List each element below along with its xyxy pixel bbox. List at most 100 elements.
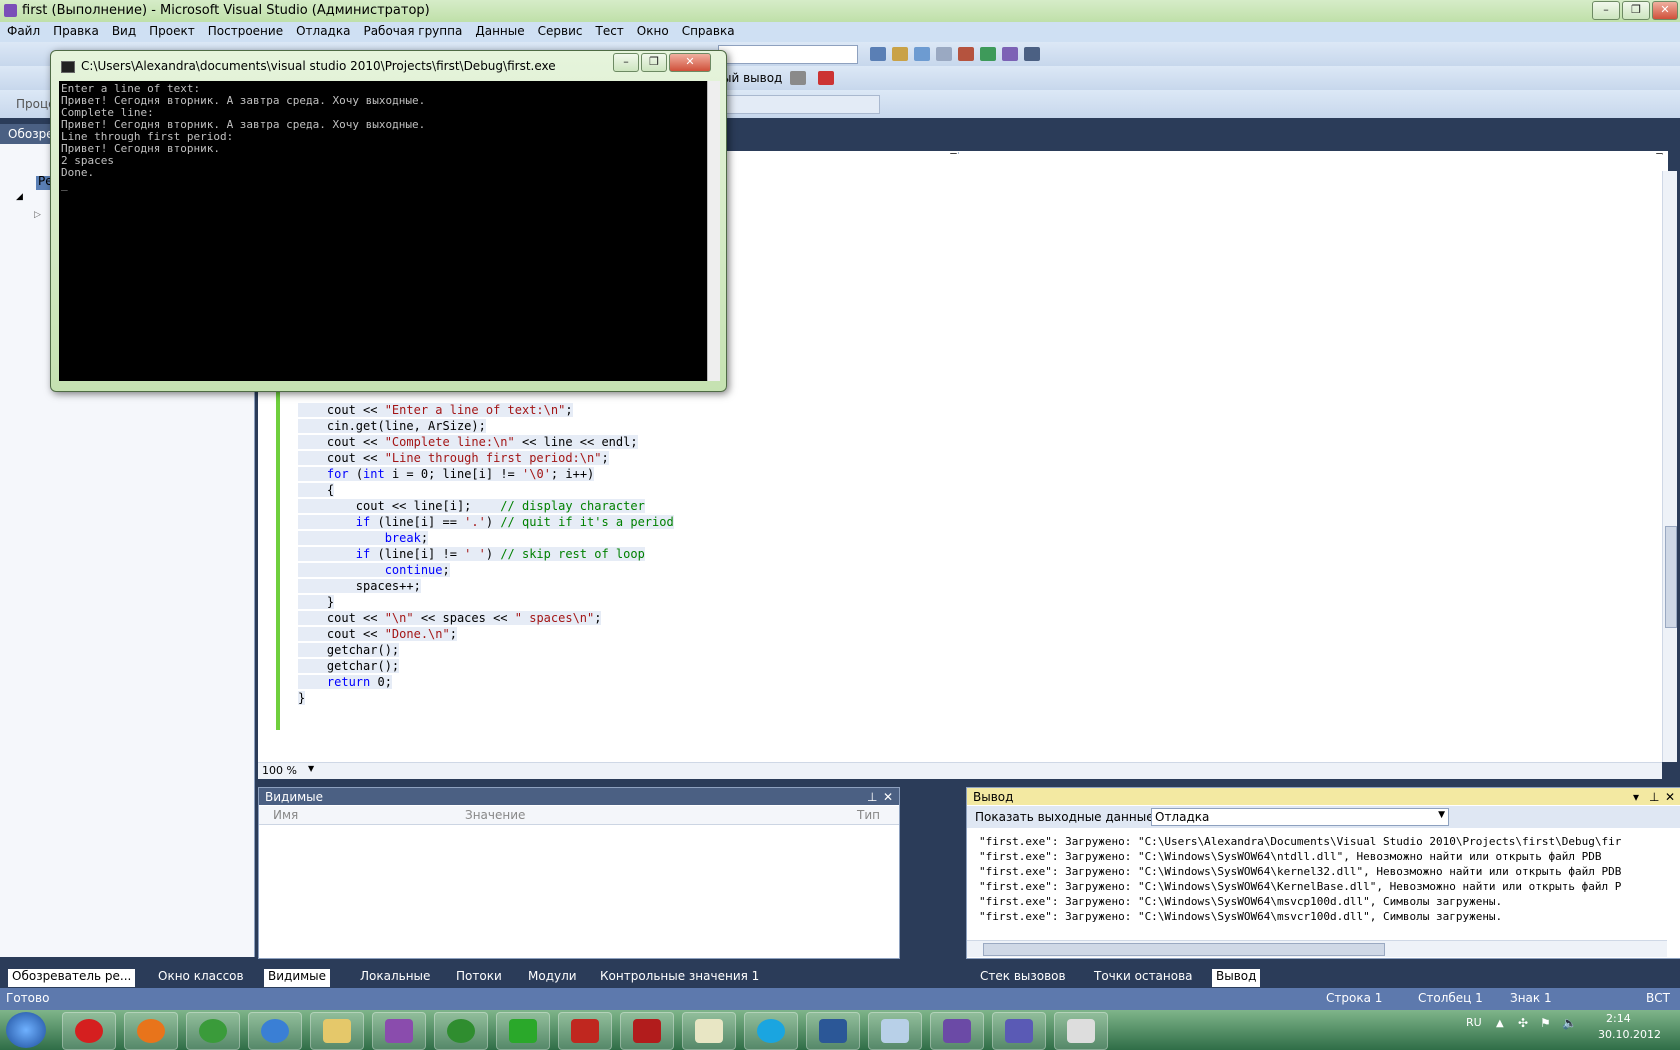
change-tracking-bar xyxy=(276,370,280,730)
chrome-taskbar-button[interactable] xyxy=(186,1012,240,1050)
skype-taskbar-button[interactable] xyxy=(744,1012,798,1050)
maximize-button[interactable]: ❐ xyxy=(1622,1,1650,20)
status-ready: Готово xyxy=(6,991,50,1005)
tab-modules[interactable]: Модули xyxy=(528,969,577,987)
console-close-button[interactable]: ✕ xyxy=(669,53,711,72)
language-indicator[interactable]: RU xyxy=(1466,1016,1482,1029)
editor-vertical-scrollbar[interactable] xyxy=(1662,171,1677,762)
col-type[interactable]: Тип xyxy=(857,808,880,822)
clock-date[interactable]: 30.10.2012 xyxy=(1598,1028,1661,1041)
breakpoint-tool-icon[interactable] xyxy=(790,71,806,85)
menu-edit[interactable]: Правка xyxy=(46,22,105,38)
start-page-icon[interactable] xyxy=(980,47,996,61)
tab-call-stack[interactable]: Стек вызовов xyxy=(980,969,1066,987)
object-browser-icon[interactable] xyxy=(914,47,930,61)
tab-output[interactable]: Вывод xyxy=(1212,969,1261,987)
tab-locals[interactable]: Локальные xyxy=(360,969,430,987)
zoom-level[interactable]: 100 % xyxy=(262,764,297,777)
tab-autos[interactable]: Видимые xyxy=(264,969,331,987)
close-button[interactable]: ✕ xyxy=(1652,1,1678,20)
menu-team[interactable]: Рабочая группа xyxy=(356,22,468,38)
console-taskbar-button[interactable] xyxy=(1054,1012,1108,1050)
scroll-thumb[interactable] xyxy=(1665,526,1677,628)
tab-watch-1[interactable]: Контрольные значения 1 xyxy=(600,969,759,987)
console-scrollbar[interactable] xyxy=(707,81,720,381)
left-tab-row: Обозреватель ре... Окно классов xyxy=(0,967,254,987)
hamachi-taskbar-button[interactable] xyxy=(496,1012,550,1050)
output-source-dropdown[interactable]: Отладка ▼ xyxy=(1151,808,1449,826)
tree-collapse-icon[interactable]: ▷ xyxy=(34,210,41,220)
code-line: cout << "Enter a line of text:\n"; xyxy=(298,403,573,417)
tree-expand-icon[interactable]: ◢ xyxy=(16,192,23,202)
menu-help[interactable]: Справка xyxy=(675,22,741,38)
menu-project[interactable]: Проект xyxy=(142,22,201,38)
filezilla-taskbar-button[interactable] xyxy=(558,1012,612,1050)
menu-tools[interactable]: Сервис xyxy=(531,22,589,38)
utorrent-taskbar-button[interactable] xyxy=(434,1012,488,1050)
find-icon[interactable] xyxy=(870,47,886,61)
console-output: Enter a line of text: Привет! Сегодня вт… xyxy=(59,81,707,381)
vs-taskbar-button[interactable] xyxy=(930,1012,984,1050)
zoom-dropdown-icon[interactable]: ▼ xyxy=(308,764,314,773)
start-button[interactable] xyxy=(6,1012,46,1048)
menu-build[interactable]: Построение xyxy=(201,22,289,38)
clock-time[interactable]: 2:14 xyxy=(1606,1012,1631,1025)
ie-taskbar-button[interactable] xyxy=(248,1012,302,1050)
col-value[interactable]: Значение xyxy=(465,808,525,822)
notes-taskbar-button[interactable] xyxy=(868,1012,922,1050)
windows-taskbar: RU ▲ ✣ ⚑ 🔈 2:14 30.10.2012 xyxy=(0,1010,1680,1050)
col-name[interactable]: Имя xyxy=(273,808,298,822)
acrobat-taskbar-button[interactable] xyxy=(620,1012,674,1050)
menu-data[interactable]: Данные xyxy=(468,22,530,38)
notepad-taskbar-button[interactable] xyxy=(682,1012,736,1050)
scroll-thumb[interactable] xyxy=(983,943,1385,956)
tools-icon[interactable] xyxy=(958,47,974,61)
command-window-icon[interactable] xyxy=(1024,47,1040,61)
properties-icon[interactable] xyxy=(892,47,908,61)
code-line: if (line[i] == '.') // quit if it's a pe… xyxy=(298,514,674,530)
menu-test[interactable]: Тест xyxy=(588,22,629,38)
flag-icon[interactable]: ⚑ xyxy=(1540,1016,1551,1030)
network-icon[interactable]: ✣ xyxy=(1518,1016,1528,1030)
pin-icon[interactable]: ⊥ xyxy=(867,790,877,804)
volume-icon[interactable]: 🔈 xyxy=(1562,1016,1577,1030)
menu-debug[interactable]: Отладка xyxy=(289,22,356,38)
tray-expand-icon[interactable]: ▲ xyxy=(1496,1018,1504,1029)
stop-debug-icon[interactable] xyxy=(818,71,834,85)
menu-file[interactable]: Файл xyxy=(0,22,46,38)
onenote-taskbar-button[interactable] xyxy=(372,1012,426,1050)
pin-icon[interactable]: ⊥ xyxy=(1649,790,1659,804)
minimize-button[interactable]: – xyxy=(1592,1,1620,20)
output-header: Вывод ▾ ⊥ ✕ xyxy=(967,788,1680,805)
word-taskbar-button[interactable] xyxy=(806,1012,860,1050)
console-maximize-button[interactable]: ❐ xyxy=(641,53,667,72)
code-line: continue; xyxy=(298,562,674,578)
firefox-taskbar-button[interactable] xyxy=(124,1012,178,1050)
extension-icon[interactable] xyxy=(1002,47,1018,61)
window-title: first (Выполнение) - Microsoft Visual St… xyxy=(22,3,430,18)
console-icon xyxy=(61,61,75,73)
watch-column-headers: Имя Значение Тип xyxy=(259,806,899,825)
close-icon[interactable]: ✕ xyxy=(1665,790,1675,804)
solution-config-dropdown[interactable] xyxy=(718,45,858,64)
tab-threads[interactable]: Потоки xyxy=(456,969,502,987)
console-window[interactable]: C:\Users\Alexandra\documents\visual stud… xyxy=(50,50,727,392)
tab-class-view[interactable]: Окно классов xyxy=(158,969,244,987)
vs-infinity-taskbar-button[interactable] xyxy=(992,1012,1046,1050)
menu-view[interactable]: Вид xyxy=(105,22,142,38)
console-minimize-button[interactable]: – xyxy=(613,53,639,72)
title-bar: first (Выполнение) - Microsoft Visual St… xyxy=(0,0,1680,22)
menu-window[interactable]: Окно xyxy=(630,22,675,38)
close-icon[interactable]: ✕ xyxy=(883,790,893,804)
code-line: } xyxy=(298,595,335,609)
opera-taskbar-button[interactable] xyxy=(62,1012,116,1050)
output-title: Вывод xyxy=(973,790,1014,804)
explorer-taskbar-button[interactable] xyxy=(310,1012,364,1050)
dropdown-icon[interactable]: ▾ xyxy=(1633,790,1639,804)
stack-frame-dropdown[interactable] xyxy=(722,95,880,114)
toolbox-icon[interactable] xyxy=(936,47,952,61)
tab-breakpoints[interactable]: Точки останова xyxy=(1094,969,1193,987)
show-output-from-label: Показать выходные данные от: xyxy=(975,810,1176,824)
output-hscrollbar[interactable] xyxy=(967,940,1667,957)
tab-solution-explorer[interactable]: Обозреватель ре... xyxy=(8,969,136,987)
